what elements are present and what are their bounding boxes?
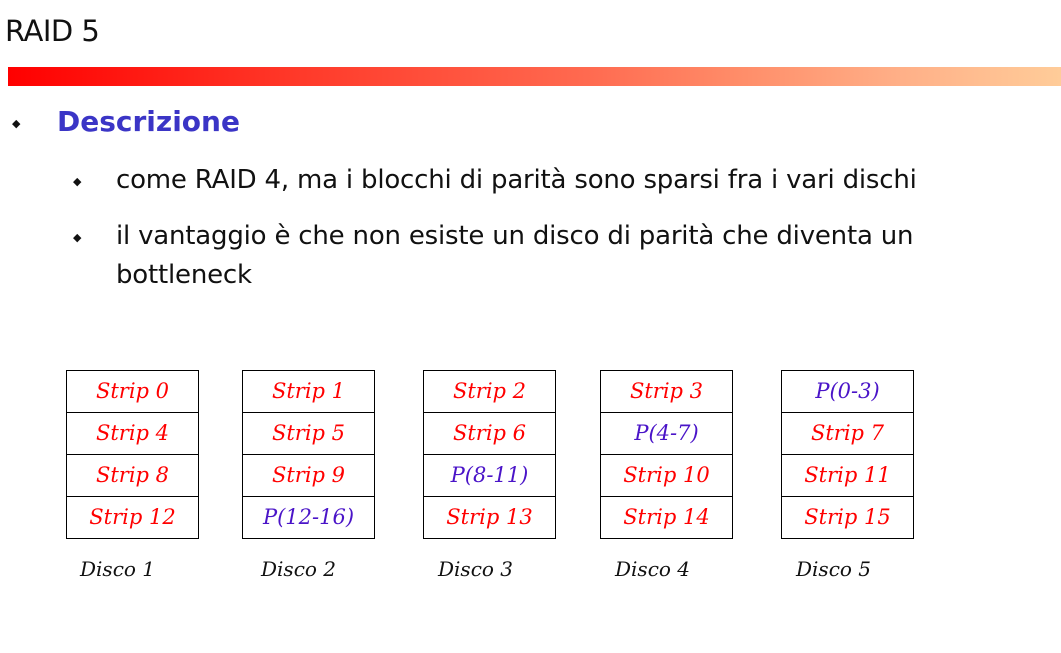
disk-label: Disco 4 bbox=[615, 557, 691, 581]
strip-block: Strip 14 bbox=[623, 505, 710, 529]
strip-block: Strip 2 bbox=[424, 371, 555, 413]
disk-label: Disco 2 bbox=[261, 557, 337, 581]
strip-block: Strip 11 bbox=[782, 455, 913, 497]
bullet-icon: ◆ bbox=[73, 175, 82, 188]
bullet-text: come RAID 4, ma i blocchi di parità sono… bbox=[116, 165, 917, 195]
strip-block: Strip 9 bbox=[243, 455, 374, 497]
section-heading: Descrizione bbox=[57, 105, 240, 138]
disk-3: Strip 2 Strip 6 P(8-11) Strip 13 bbox=[423, 370, 556, 539]
slide-title: RAID 5 bbox=[5, 14, 100, 48]
bullet-text-continuation: bottleneck bbox=[116, 260, 252, 290]
disk-label: Disco 3 bbox=[438, 557, 514, 581]
strip-block: Strip 6 bbox=[424, 413, 555, 455]
strip-block: Strip 4 bbox=[67, 413, 198, 455]
parity-block: P(0-3) bbox=[782, 371, 913, 413]
strip-block: Strip 7 bbox=[782, 413, 913, 455]
disk-4: Strip 3 P(4-7) Strip 10 Strip 14 bbox=[600, 370, 733, 539]
bullet-icon: ◆ bbox=[12, 117, 21, 130]
disk-label: Disco 5 bbox=[796, 557, 872, 581]
strip-block: Strip 8 bbox=[67, 455, 198, 497]
disk-2: Strip 1 Strip 5 Strip 9 P(12-16) bbox=[242, 370, 375, 539]
strip-block: Strip 13 bbox=[446, 505, 533, 529]
disk-1: Strip 0 Strip 4 Strip 8 Strip 12 bbox=[66, 370, 199, 539]
parity-block: P(8-11) bbox=[424, 455, 555, 497]
disk-label: Disco 1 bbox=[80, 557, 156, 581]
title-accent-bar bbox=[8, 67, 1061, 86]
strip-block: Strip 5 bbox=[243, 413, 374, 455]
strip-block: Strip 10 bbox=[601, 455, 732, 497]
strip-block: Strip 1 bbox=[243, 371, 374, 413]
strip-block: Strip 15 bbox=[804, 505, 891, 529]
strip-block: Strip 0 bbox=[67, 371, 198, 413]
bullet-text: il vantaggio è che non esiste un disco d… bbox=[116, 221, 914, 251]
parity-block: P(4-7) bbox=[601, 413, 732, 455]
disk-5: P(0-3) Strip 7 Strip 11 Strip 15 bbox=[781, 370, 914, 539]
strip-block: Strip 3 bbox=[601, 371, 732, 413]
bullet-icon: ◆ bbox=[73, 231, 82, 244]
parity-block: P(12-16) bbox=[262, 505, 355, 529]
strip-block: Strip 12 bbox=[89, 505, 176, 529]
